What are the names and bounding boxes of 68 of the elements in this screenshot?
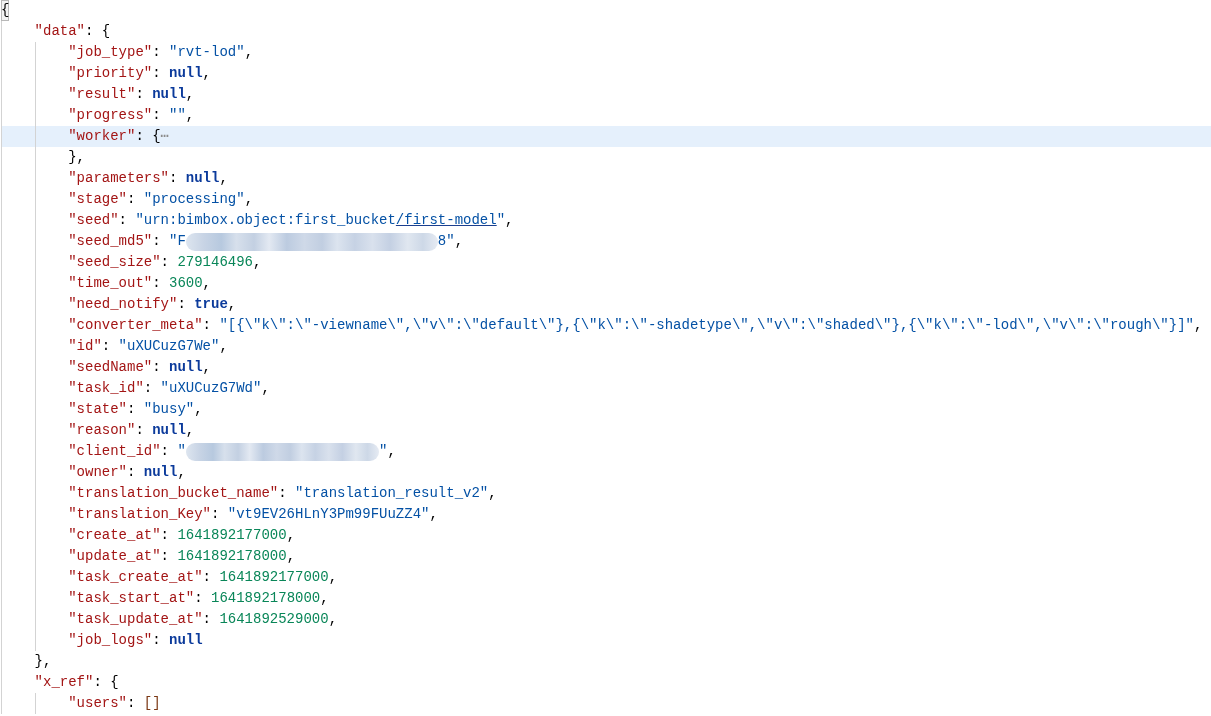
string-value: "busy",	[143, 400, 203, 419]
closing-brace: },	[68, 148, 85, 167]
json-key: "stage":	[68, 189, 136, 210]
closing-brace: },	[34, 652, 52, 671]
json-key: "owner":	[68, 462, 136, 483]
string-value: "uXUCuzG7Wd",	[160, 379, 270, 398]
string-value: "F	[169, 232, 186, 251]
json-key: "seed_md5":	[68, 231, 161, 252]
number-value: 1641892178000,	[211, 589, 329, 608]
json-key: "converter_meta":	[68, 315, 211, 336]
json-key: "client_id":	[68, 441, 169, 462]
literal-value: null,	[152, 421, 195, 440]
number-value: 1641892529000,	[219, 610, 338, 629]
literal-value: null,	[143, 463, 186, 482]
string-value: "	[177, 442, 186, 461]
string-value: "rvt-lod",	[169, 43, 254, 62]
string-value: "[{\"k\":\"-viewname\",\"v\":\"default\"},{\"k\":\"-shadetype\",\"v\":\"shaded\"},{\"k\":\"-lod\",\"v\":\"rough\"}]",	[219, 316, 1203, 335]
string-value: 8",	[437, 232, 464, 251]
string-value: "processing",	[143, 190, 254, 209]
link-text[interactable]: /first-model	[395, 212, 497, 228]
json-key: "id":	[68, 336, 111, 357]
string-value: "",	[169, 106, 195, 125]
number-value: 1641892177000,	[219, 568, 338, 587]
opening-brace: {	[110, 673, 119, 692]
json-key: "translation_bucket_name":	[68, 483, 287, 504]
number-value: 279146496,	[177, 253, 262, 272]
json-key: "x_ref":	[34, 672, 102, 693]
json-key: "progress":	[68, 105, 161, 126]
literal-value: null,	[185, 169, 228, 188]
opening-brace: {	[1, 0, 10, 21]
json-key: "state":	[68, 399, 136, 420]
json-key: "users":	[68, 693, 136, 714]
json-key: "priority":	[68, 63, 161, 84]
json-key: "create_at":	[68, 525, 169, 546]
number-value: 3600,	[169, 274, 211, 293]
json-key: "reason":	[68, 420, 144, 441]
json-key: "worker":	[68, 126, 144, 147]
string-value: "urn:bimbox.object:first_bucket/first-model",	[135, 211, 514, 230]
json-key: "task_update_at":	[68, 609, 211, 630]
number-value: 1641892177000,	[177, 526, 296, 545]
json-key: "update_at":	[68, 546, 169, 567]
empty-array: []	[143, 694, 161, 713]
opening-brace: {	[152, 127, 161, 146]
json-key: "job_logs":	[68, 630, 161, 651]
literal-value: true,	[194, 295, 237, 314]
string-value: ",	[379, 442, 396, 461]
string-value: "vt9EV26HLnY3Pm99FUuZZ4",	[227, 505, 438, 524]
json-key: "need_notify":	[68, 294, 186, 315]
json-key: "seed_size":	[68, 252, 169, 273]
json-key: "data":	[34, 21, 94, 42]
json-key: "result":	[68, 84, 144, 105]
literal-value: null,	[169, 64, 211, 83]
json-key: "seed":	[68, 210, 127, 231]
json-key: "task_id":	[68, 378, 153, 399]
json-key: "job_type":	[68, 42, 161, 63]
string-value: "uXUCuzG7We",	[118, 337, 228, 356]
string-value: "translation_result_v2",	[295, 484, 497, 503]
literal-value: null	[169, 631, 203, 650]
json-key: "translation_Key":	[68, 504, 220, 525]
json-key: "parameters":	[68, 168, 178, 189]
json-key: "task_create_at":	[68, 567, 211, 588]
json-key: "task_start_at":	[68, 588, 203, 609]
json-key: "time_out":	[68, 273, 161, 294]
literal-value: null,	[152, 85, 195, 104]
json-key: "seedName":	[68, 357, 161, 378]
literal-value: null,	[169, 358, 211, 377]
opening-brace: {	[101, 22, 111, 41]
number-value: 1641892178000,	[177, 547, 296, 566]
